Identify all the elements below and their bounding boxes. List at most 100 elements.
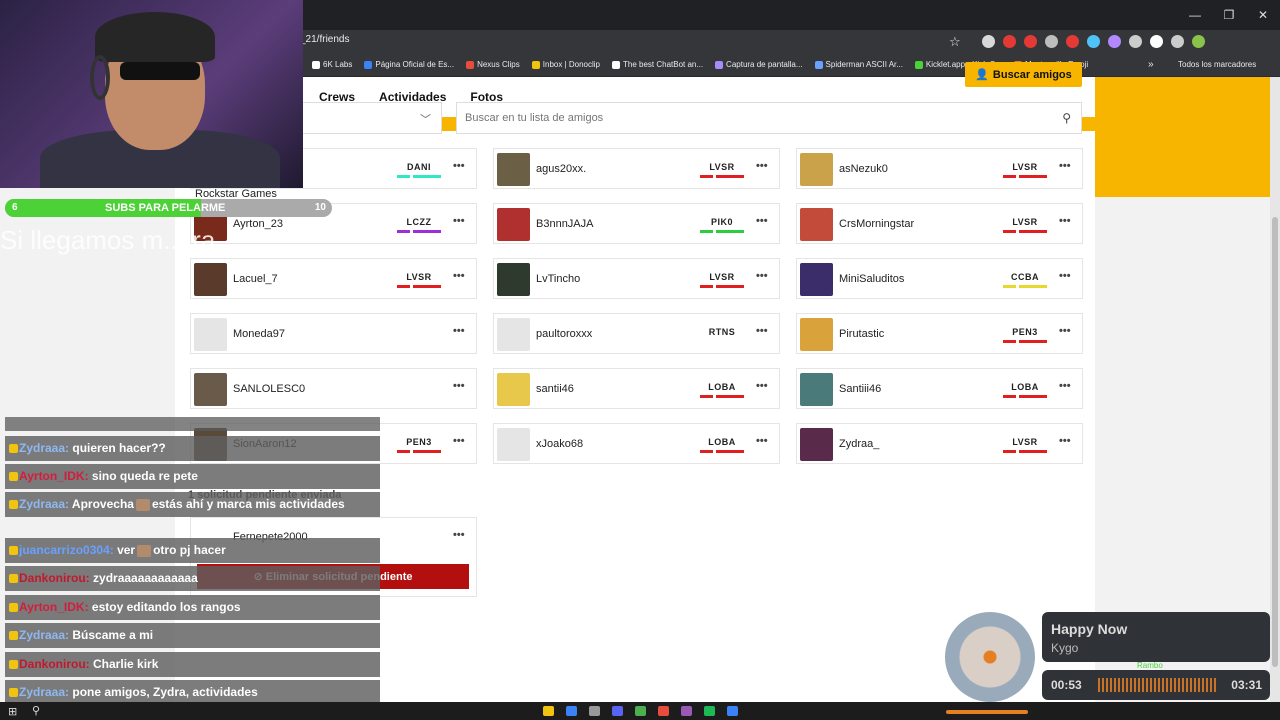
more-options-icon[interactable]: •••: [453, 380, 465, 392]
avatar[interactable]: [194, 263, 227, 296]
all-bookmarks-folder[interactable]: Todos los marcadores: [1178, 60, 1256, 69]
more-options-icon[interactable]: •••: [1059, 270, 1071, 282]
app-icon[interactable]: [589, 706, 600, 716]
friend-name[interactable]: SANLOLESC0: [233, 383, 305, 395]
friend-name[interactable]: xJoako68: [536, 438, 583, 450]
friend-card[interactable]: Lacuel_7 LVSR •••: [190, 258, 477, 299]
bookmark-item[interactable]: Inbox | Donoclip: [531, 60, 600, 69]
file-explorer-icon[interactable]: [543, 706, 554, 716]
scrollbar-thumb[interactable]: [1272, 217, 1278, 667]
avatar[interactable]: [800, 428, 833, 461]
close-icon[interactable]: ✕: [1246, 0, 1280, 30]
friend-name[interactable]: paultoroxxx: [536, 328, 592, 340]
avatar[interactable]: [497, 153, 530, 186]
bookmark-item[interactable]: Spiderman ASCII Ar...: [814, 60, 903, 69]
friend-card[interactable]: xJoako68 LOBA •••: [493, 423, 780, 464]
avatar[interactable]: [800, 373, 833, 406]
app-icon[interactable]: [727, 706, 738, 716]
bookmark-item[interactable]: Captura de pantalla...: [715, 60, 803, 69]
extension-icon[interactable]: [1066, 35, 1079, 48]
spotify-icon[interactable]: [704, 706, 715, 716]
find-friends-button[interactable]: 👤 Buscar amigos: [965, 62, 1082, 87]
avatar[interactable]: [194, 373, 227, 406]
friend-name[interactable]: LvTincho: [536, 273, 580, 285]
bookmark-star-icon[interactable]: ☆: [949, 34, 961, 50]
brave-icon[interactable]: [658, 706, 669, 716]
more-options-icon[interactable]: •••: [453, 270, 465, 282]
more-options-icon[interactable]: •••: [453, 160, 465, 172]
friend-card[interactable]: agus20xx. LVSR •••: [493, 148, 780, 189]
friend-card[interactable]: Santiii46 LOBA •••: [796, 368, 1083, 409]
app-icon[interactable]: [681, 706, 692, 716]
more-options-icon[interactable]: •••: [1059, 160, 1071, 172]
friend-card[interactable]: Pirutastic PEN3 •••: [796, 313, 1083, 354]
avatar[interactable]: [800, 263, 833, 296]
more-options-icon[interactable]: •••: [453, 215, 465, 227]
friend-name[interactable]: santii46: [536, 383, 574, 395]
taskbar-search-icon[interactable]: ⚲: [32, 704, 40, 717]
more-options-icon[interactable]: •••: [756, 435, 768, 447]
more-options-icon[interactable]: •••: [756, 160, 768, 172]
friend-name[interactable]: asNezuk0: [839, 163, 888, 175]
avatar[interactable]: [800, 153, 833, 186]
extension-icon[interactable]: [1171, 35, 1184, 48]
friend-name[interactable]: Ayrton_23: [233, 218, 283, 230]
friend-card[interactable]: LvTincho LVSR •••: [493, 258, 780, 299]
friend-name[interactable]: Pirutastic: [839, 328, 884, 340]
friend-card[interactable]: asNezuk0 LVSR •••: [796, 148, 1083, 189]
friend-card[interactable]: Zydraa_ LVSR •••: [796, 423, 1083, 464]
avatar[interactable]: [194, 318, 227, 351]
friend-card[interactable]: SANLOLESC0 •••: [190, 368, 477, 409]
avatar[interactable]: [497, 428, 530, 461]
extension-icon[interactable]: [1108, 35, 1121, 48]
url-field[interactable]: _21/friends: [300, 34, 349, 45]
friend-name[interactable]: Santiii46: [839, 383, 881, 395]
extension-icon[interactable]: [1192, 35, 1205, 48]
more-options-icon[interactable]: •••: [756, 380, 768, 392]
bookmark-item[interactable]: Nexus Clips: [466, 60, 520, 69]
extension-icon[interactable]: [982, 35, 995, 48]
more-options-icon[interactable]: •••: [756, 270, 768, 282]
extension-icon[interactable]: [1024, 35, 1037, 48]
more-options-icon[interactable]: •••: [453, 529, 465, 541]
friend-card[interactable]: CrsMorningstar LVSR •••: [796, 203, 1083, 244]
friend-name[interactable]: B3nnnJAJA: [536, 218, 593, 230]
app-icon[interactable]: [566, 706, 577, 716]
avatar[interactable]: [800, 208, 833, 241]
restore-icon[interactable]: ❐: [1212, 0, 1246, 30]
friend-name[interactable]: CrsMorningstar: [839, 218, 914, 230]
friend-name[interactable]: Lacuel_7: [233, 273, 278, 285]
bookmark-item[interactable]: The best ChatBot an...: [612, 60, 703, 69]
avatar[interactable]: [800, 318, 833, 351]
friend-card[interactable]: paultoroxxx RTNS •••: [493, 313, 780, 354]
avatar[interactable]: [497, 373, 530, 406]
windows-start-icon[interactable]: ⊞: [8, 705, 17, 718]
search-input[interactable]: [457, 103, 1047, 133]
minimize-icon[interactable]: —: [1178, 0, 1212, 30]
friend-name[interactable]: agus20xx.: [536, 163, 586, 175]
avatar[interactable]: [497, 318, 530, 351]
discord-icon[interactable]: [612, 706, 623, 716]
extension-icon[interactable]: [1003, 35, 1016, 48]
more-options-icon[interactable]: •••: [453, 325, 465, 337]
search-icon[interactable]: ⚲: [1062, 111, 1071, 125]
chrome-icon[interactable]: [635, 706, 646, 716]
extension-icon[interactable]: [1087, 35, 1100, 48]
friend-card[interactable]: MiniSaluditos CCBA •••: [796, 258, 1083, 299]
more-options-icon[interactable]: •••: [1059, 380, 1071, 392]
more-options-icon[interactable]: •••: [756, 325, 768, 337]
friend-name[interactable]: Zydraa_: [839, 438, 879, 450]
more-options-icon[interactable]: •••: [1059, 215, 1071, 227]
bookmark-item[interactable]: 6K Labs: [312, 60, 352, 69]
more-options-icon[interactable]: •••: [1059, 435, 1071, 447]
friend-card[interactable]: santii46 LOBA •••: [493, 368, 780, 409]
friend-card[interactable]: Moneda97 •••: [190, 313, 477, 354]
extension-icon[interactable]: [1129, 35, 1142, 48]
more-options-icon[interactable]: •••: [453, 435, 465, 447]
extension-icon[interactable]: [1150, 35, 1163, 48]
avatar[interactable]: [497, 208, 530, 241]
more-options-icon[interactable]: •••: [756, 215, 768, 227]
avatar[interactable]: [497, 263, 530, 296]
more-options-icon[interactable]: •••: [1059, 325, 1071, 337]
friend-card[interactable]: B3nnnJAJA PIK0 •••: [493, 203, 780, 244]
